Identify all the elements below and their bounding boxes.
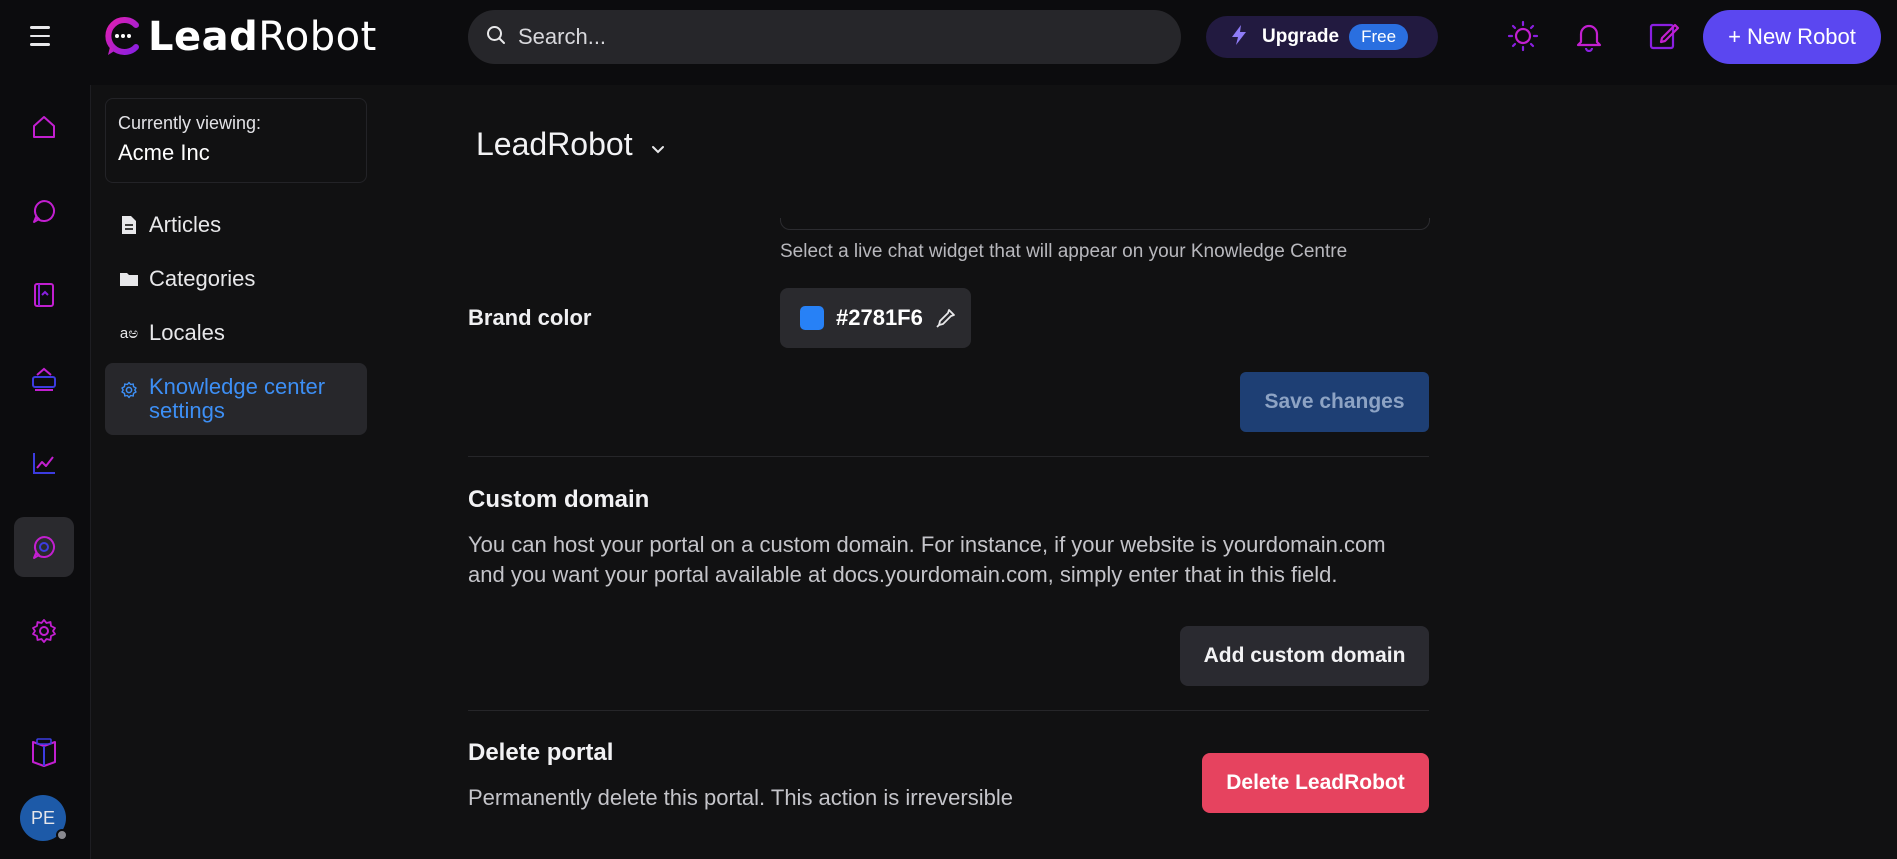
sidebar-item-label: Locales	[149, 320, 225, 345]
book-icon	[34, 283, 54, 307]
delete-portal-title: Delete portal	[468, 739, 614, 766]
upgrade-label: Upgrade	[1262, 26, 1340, 47]
sidebar-item-label: Articles	[149, 212, 222, 237]
status-dot	[56, 829, 68, 841]
search-input[interactable]	[518, 24, 1118, 50]
rail-chat-button[interactable]	[14, 181, 74, 241]
sidebar-item-label: Knowledge center settings	[149, 374, 326, 423]
chart-icon	[33, 453, 55, 474]
top-bar: LeadRobot Upgrade Free + New Robot	[0, 0, 1897, 85]
docs-book-icon	[32, 738, 56, 767]
document-icon	[119, 215, 139, 235]
rail-knowledge-button[interactable]	[14, 517, 74, 577]
brand-color-value: #2781F6	[836, 305, 923, 330]
compose-icon[interactable]	[1646, 18, 1682, 54]
eyedropper-icon[interactable]	[935, 307, 957, 329]
logo-text: LeadRobot	[148, 14, 377, 60]
brand-color-picker[interactable]: #2781F6	[780, 288, 971, 348]
avatar[interactable]: PE	[20, 795, 68, 841]
avatar-initials: PE	[30, 807, 55, 828]
add-custom-domain-button[interactable]: Add custom domain	[1180, 626, 1429, 686]
rail-settings-button[interactable]	[14, 601, 74, 661]
search-icon	[486, 25, 506, 50]
translate-icon: aಅ	[119, 324, 139, 342]
save-changes-button[interactable]: Save changes	[1240, 372, 1429, 432]
sidebar-item-knowledge-settings[interactable]: Knowledge center settings	[105, 363, 367, 435]
custom-domain-title: Custom domain	[468, 486, 650, 513]
folder-icon	[119, 271, 139, 287]
new-robot-button[interactable]: + New Robot	[1703, 10, 1881, 64]
chevron-down-icon	[651, 126, 665, 163]
rail-robot-button[interactable]	[14, 349, 74, 409]
org-switcher[interactable]: Currently viewing: Acme Inc	[105, 98, 367, 183]
page-title: LeadRobot	[476, 126, 633, 162]
home-icon	[33, 116, 55, 138]
upgrade-button[interactable]: Upgrade Free	[1206, 16, 1438, 58]
lightning-icon	[1230, 24, 1248, 51]
notifications-bell-icon[interactable]	[1571, 18, 1607, 54]
logo-mark-icon	[104, 17, 142, 57]
portal-selector[interactable]: LeadRobot	[476, 126, 665, 163]
brand-color-label: Brand color	[468, 305, 592, 330]
theme-toggle-sun-icon[interactable]	[1505, 18, 1541, 54]
sidebar-item-locales[interactable]: aಅ Locales	[105, 315, 367, 351]
rail-analytics-button[interactable]	[14, 433, 74, 493]
viewing-org: Acme Inc	[118, 140, 210, 165]
divider	[468, 456, 1429, 457]
chat-widget-select[interactable]	[780, 218, 1430, 230]
rail-home-button[interactable]	[14, 97, 74, 157]
sidebar-item-articles[interactable]: Articles	[105, 207, 367, 243]
divider	[468, 710, 1429, 711]
rail-docs-button[interactable]	[14, 723, 74, 783]
gear-icon	[119, 381, 139, 399]
logo[interactable]: LeadRobot	[104, 14, 377, 60]
delete-portal-button[interactable]: Delete LeadRobot	[1202, 753, 1429, 813]
chat-widget-helper: Select a live chat widget that will appe…	[780, 241, 1348, 262]
sidebar-item-categories[interactable]: Categories	[105, 261, 367, 297]
sidebar-item-label: Categories	[149, 266, 256, 291]
menu-icon[interactable]	[26, 26, 54, 48]
settings-icon	[32, 619, 56, 643]
chat-icon	[33, 200, 55, 223]
viewing-label: Currently viewing:	[118, 113, 262, 133]
rail-book-button[interactable]	[14, 265, 74, 325]
plan-badge: Free	[1349, 24, 1409, 50]
robot-icon	[32, 367, 56, 391]
color-swatch	[800, 306, 824, 330]
custom-domain-description: You can host your portal on a custom dom…	[468, 532, 1386, 587]
knowledge-chat-icon	[33, 536, 55, 559]
search-bar[interactable]	[468, 10, 1181, 64]
